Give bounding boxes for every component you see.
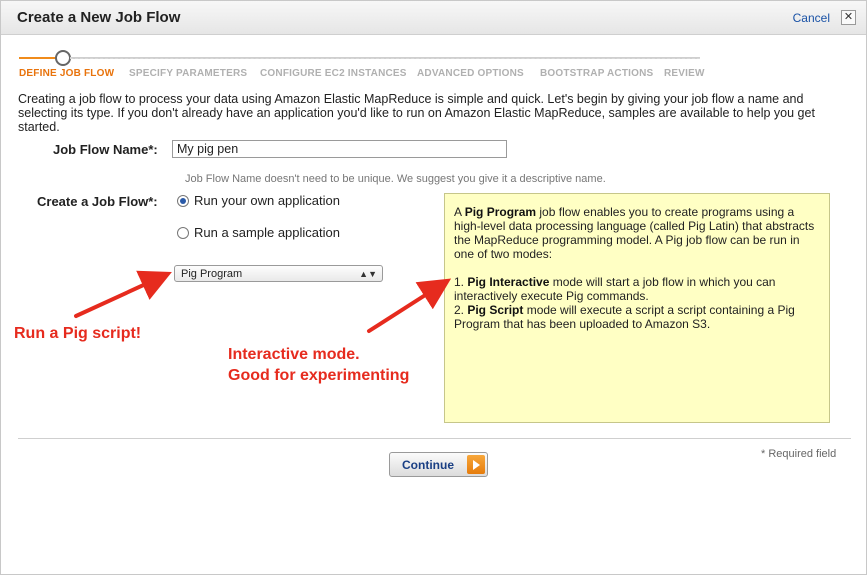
annotation-interactive-mode: Interactive mode. xyxy=(228,346,360,363)
continue-button[interactable]: Continue xyxy=(389,452,488,477)
continue-label: Continue xyxy=(402,458,454,472)
annotation-arrows xyxy=(74,270,452,333)
annotation-run-pig-script: Run a Pig script! xyxy=(14,325,142,342)
job-flow-dialog: Create a New Job Flow Cancel ✕ DEFINE JO… xyxy=(0,0,867,575)
footer-divider xyxy=(18,438,851,439)
continue-arrow-icon xyxy=(467,455,485,474)
annotation-arrow-left xyxy=(74,270,172,318)
required-field-note: * Required field xyxy=(761,448,837,460)
annotation-arrow-right xyxy=(367,278,452,333)
annotation-good-for-experimenting: Good for experimenting xyxy=(228,367,410,384)
